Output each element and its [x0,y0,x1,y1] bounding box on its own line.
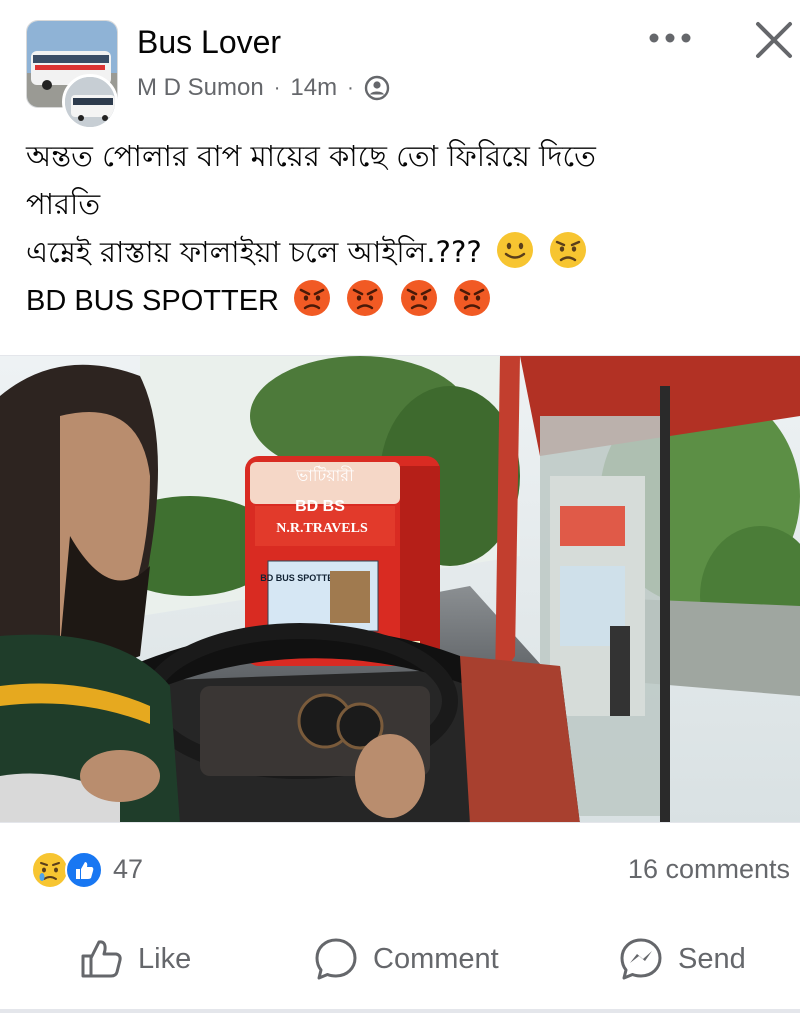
post-actions: Like Comment Send [0,920,800,1000]
meta-separator: · [273,76,281,99]
slight-smile-emoji-icon [496,232,533,268]
send-button[interactable]: Send [618,934,746,984]
comment-button[interactable]: Comment [313,934,499,984]
close-button[interactable] [748,14,800,66]
like-button[interactable]: Like [78,934,191,984]
post-header: Bus Lover M D Sumon · 14m · [0,0,800,130]
angry-emoji-icon [294,280,331,316]
post-text-line-3: এম্নেই রাস্তায় ফালাইয়া চলে আইলি.??? [26,235,482,269]
bus-poster-label: BD BUS SPOTTER [260,573,340,583]
post-text-line-3-wrap: এম্নেই রাস্তায় ফালাইয়া চলে আইলি.??? [26,228,786,276]
like-reaction-icon [65,851,103,889]
post-text: অন্তত পোলার বাপ মায়ের কাছে তো ফিরিয়ে দ… [26,132,786,325]
bottom-divider [0,1009,800,1013]
like-label: Like [138,942,192,975]
more-options-button[interactable] [640,20,700,56]
angry-emoji-icon [400,280,437,316]
post-text-line-4-wrap: BD BUS SPOTTER [26,276,786,325]
more-dots-icon [649,33,691,43]
reaction-icons[interactable] [30,850,106,890]
members-icon [364,75,389,101]
post-photo[interactable]: ভাটিয়ারী BD BS N.R.TRAVELS BD BUS SPOTT… [0,355,800,823]
angry-emoji-icon [347,280,384,316]
angry-emoji-icon [453,280,490,316]
post-stats: 47 16 comments [0,838,800,898]
post-text-line-2: পারতি [26,187,101,221]
post-text-line-4: BD BUS SPOTTER [26,285,279,317]
meta-separator-2: · [347,76,354,99]
comments-count[interactable]: 16 comments [628,854,790,885]
reaction-count[interactable]: 47 [113,854,143,885]
comment-icon [315,938,357,980]
thumbs-up-icon [81,940,122,978]
sad-reaction-icon [31,851,69,889]
author-name[interactable]: M D Sumon [137,74,264,102]
post-meta: M D Sumon · 14m · [137,74,390,102]
send-label: Send [678,942,746,975]
avatar-stack[interactable] [26,20,120,130]
bus-top-banner: BD BS [295,498,345,515]
frown-emoji-icon [550,232,587,268]
post-text-line-1: অন্তত পোলার বাপ মায়ের কাছে তো ফিরিয়ে দ… [26,139,596,173]
post-time[interactable]: 14m [290,74,337,102]
group-name[interactable]: Bus Lover [137,24,281,61]
messenger-icon [620,938,662,980]
comment-label: Comment [373,942,499,975]
close-icon [756,22,792,58]
bus-destination-label: ভাটিয়ারী [295,466,354,485]
bus-company-label: N.R.TRAVELS [276,521,368,536]
author-avatar[interactable] [62,74,118,130]
